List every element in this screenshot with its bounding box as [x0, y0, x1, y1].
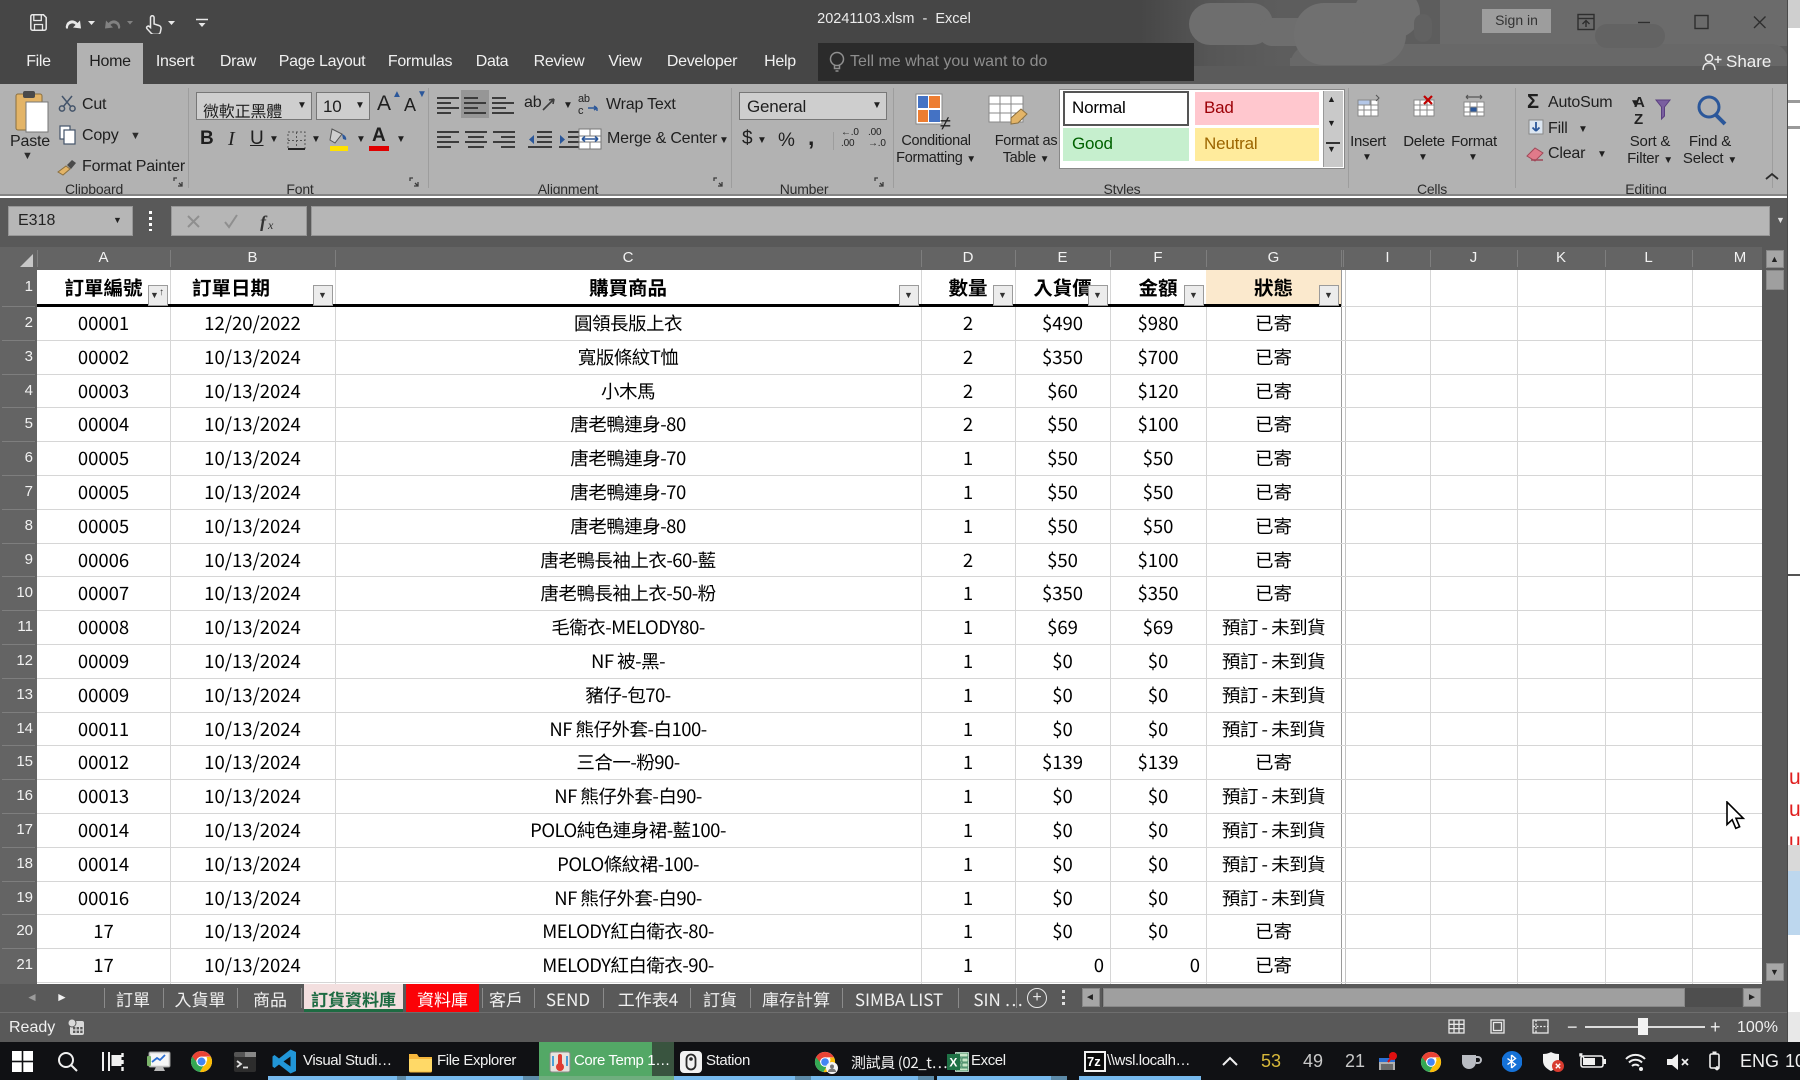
svg-text:≠: ≠	[940, 113, 951, 132]
svg-text:A: A	[1634, 94, 1645, 111]
svg-text:X: X	[949, 1056, 957, 1070]
svg-text:x: x	[267, 218, 274, 231]
svg-text:Z: Z	[1634, 111, 1643, 128]
svg-text:ab: ab	[578, 93, 590, 105]
svg-text:f: f	[260, 212, 268, 231]
svg-text:c: c	[578, 105, 584, 117]
